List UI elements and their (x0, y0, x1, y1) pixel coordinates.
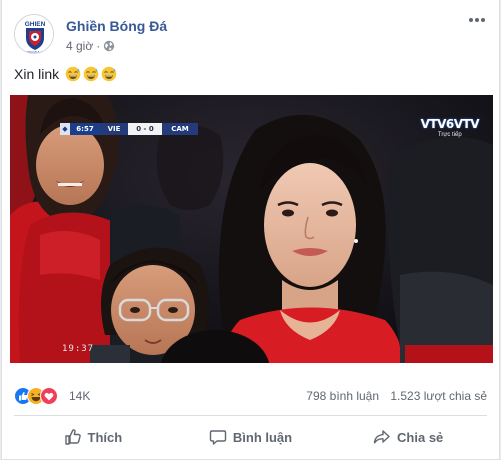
meta-separator: · (96, 39, 101, 53)
post-caption: Xin link (14, 66, 117, 82)
page-logo-icon: GHIEN BONGDA.VN (15, 15, 53, 55)
share-button[interactable]: Chia sẻ (329, 418, 487, 456)
grinning-sweat-emoji (65, 66, 81, 82)
love-icon (40, 387, 58, 405)
post-video[interactable]: ◆ 6:57 VIE 0 - 0 CAM VTV6VTV Trực tiếp 1… (10, 95, 493, 363)
thumbs-up-icon (64, 429, 81, 445)
actions-divider (14, 415, 487, 416)
like-button[interactable]: Thích (14, 418, 172, 456)
channel-name: VTV6VTV (420, 117, 480, 131)
post-meta: 4 giờ · (66, 39, 115, 53)
away-team: CAM (162, 123, 198, 135)
live-label: Trực tiếp (437, 132, 462, 138)
comment-button[interactable]: Bình luận (172, 418, 330, 456)
engagement-counts: 798 bình luận 1.523 lượt chia sẻ (298, 389, 487, 403)
competition-logo-icon: ◆ (60, 123, 70, 135)
grinning-sweat-emoji (83, 66, 99, 82)
page-name-link[interactable]: Ghiền Bóng Đá (66, 18, 167, 34)
match-score: 0 - 0 (128, 123, 162, 135)
reactions-summary[interactable] (14, 387, 58, 405)
share-icon (373, 430, 390, 444)
svg-text:BONGDA.VN: BONGDA.VN (24, 51, 46, 55)
comment-icon (209, 430, 227, 445)
post-time-link[interactable]: 4 giờ (66, 39, 93, 53)
comment-count-link[interactable]: 798 bình luận (306, 389, 379, 403)
page-avatar[interactable]: GHIEN BONGDA.VN (14, 14, 54, 54)
caption-text: Xin link (14, 66, 60, 82)
channel-logo: VTV6VTV Trực tiếp (420, 117, 480, 138)
home-team: VIE (100, 123, 128, 135)
like-button-label: Thích (87, 429, 123, 445)
grinning-sweat-emoji (101, 66, 117, 82)
share-count-link[interactable]: 1.523 lượt chia sẻ (390, 389, 487, 403)
more-options-icon[interactable] (467, 14, 487, 26)
video-timecode: 19:37 (62, 344, 95, 354)
globe-icon[interactable] (103, 40, 115, 52)
match-clock: 6:57 (70, 123, 100, 135)
post-actions: Thích Bình luận Chia sẻ (14, 418, 487, 456)
comment-button-label: Bình luận (232, 429, 293, 445)
post-stats: 14K 798 bình luận 1.523 lượt chia sẻ (14, 386, 487, 406)
svg-text:GHIEN: GHIEN (25, 21, 46, 28)
share-button-label: Chia sẻ (397, 429, 444, 445)
scorebug: ◆ 6:57 VIE 0 - 0 CAM (60, 123, 198, 135)
post-card: GHIEN BONGDA.VN Ghiền Bóng Đá 4 giờ · Xin… (1, 0, 500, 460)
reaction-count[interactable]: 14K (69, 389, 90, 403)
